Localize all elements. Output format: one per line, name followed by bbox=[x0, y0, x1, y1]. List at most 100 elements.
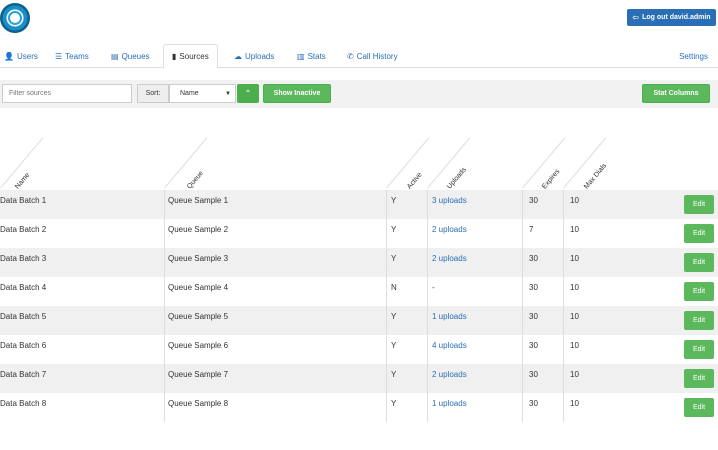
table-row: Data Batch 5 Queue Sample 5 Y 1 uploads … bbox=[0, 306, 718, 335]
column-divider bbox=[563, 248, 564, 277]
expires-value: 30 bbox=[529, 370, 538, 379]
table-row: Data Batch 7 Queue Sample 7 Y 2 uploads … bbox=[0, 364, 718, 393]
column-divider bbox=[164, 393, 165, 422]
column-divider bbox=[563, 335, 564, 364]
tab-users[interactable]: 👤 Users bbox=[4, 44, 38, 68]
list-icon: ☰ bbox=[55, 51, 63, 61]
header-divider bbox=[164, 137, 208, 189]
table-row: Data Batch 6 Queue Sample 6 Y 4 uploads … bbox=[0, 335, 718, 364]
logout-label: Log out david.admin bbox=[642, 14, 711, 21]
bar-chart-icon: ▥ bbox=[297, 51, 305, 61]
queue-icon: ▤ bbox=[111, 51, 119, 61]
queue-name: Queue Sample 2 bbox=[168, 225, 229, 234]
column-divider bbox=[427, 277, 428, 306]
column-header-max-dials[interactable]: Max Dials bbox=[583, 162, 608, 190]
table-row: Data Batch 1 Queue Sample 1 Y 3 uploads … bbox=[0, 190, 718, 219]
tab-queues[interactable]: ▤ Queues bbox=[111, 44, 150, 68]
column-divider bbox=[427, 335, 428, 364]
filter-sources-input[interactable] bbox=[2, 84, 132, 103]
edit-button[interactable]: Edit bbox=[684, 224, 714, 243]
column-divider bbox=[427, 306, 428, 335]
tab-uploads[interactable]: ☁ Uploads bbox=[234, 44, 274, 68]
uploads-link[interactable]: 2 uploads bbox=[432, 219, 467, 248]
source-name: Data Batch 6 bbox=[0, 341, 47, 350]
column-divider bbox=[386, 335, 387, 364]
max-dials-value: 10 bbox=[570, 399, 579, 408]
logout-icon: ⇦ bbox=[632, 13, 640, 22]
column-divider bbox=[427, 219, 428, 248]
caret-down-icon: ▼ bbox=[225, 90, 231, 97]
expires-value: 30 bbox=[529, 254, 538, 263]
expires-value: 30 bbox=[529, 283, 538, 292]
column-header-queue[interactable]: Queue bbox=[186, 170, 205, 191]
column-divider bbox=[164, 248, 165, 277]
column-divider bbox=[427, 364, 428, 393]
column-header-active[interactable]: Active bbox=[406, 171, 424, 190]
column-divider bbox=[427, 190, 428, 219]
edit-button[interactable]: Edit bbox=[684, 311, 714, 330]
column-divider bbox=[164, 190, 165, 219]
uploads-link[interactable]: 1 uploads bbox=[432, 393, 467, 422]
tab-teams[interactable]: ☰ Teams bbox=[55, 44, 89, 68]
column-divider bbox=[563, 219, 564, 248]
tab-call-history[interactable]: ✆ Call History bbox=[347, 44, 398, 68]
column-divider bbox=[386, 306, 387, 335]
column-divider bbox=[563, 277, 564, 306]
settings-link[interactable]: Settings bbox=[679, 44, 708, 68]
column-header-expires[interactable]: Expires bbox=[541, 168, 561, 190]
edit-button[interactable]: Edit bbox=[684, 340, 714, 359]
column-divider bbox=[563, 190, 564, 219]
edit-button[interactable]: Edit bbox=[684, 369, 714, 388]
cloud-upload-icon: ☁ bbox=[234, 51, 242, 61]
column-header-name[interactable]: Name bbox=[14, 172, 31, 191]
column-divider bbox=[522, 190, 523, 219]
book-icon: ▮ bbox=[172, 52, 177, 61]
active-status: Y bbox=[391, 312, 397, 321]
sort-direction-button[interactable]: ⌃ bbox=[237, 84, 259, 103]
column-divider bbox=[386, 219, 387, 248]
header-divider bbox=[563, 137, 607, 189]
column-divider bbox=[386, 277, 387, 306]
edit-button[interactable]: Edit bbox=[684, 398, 714, 417]
tab-stats[interactable]: ▥ Stats bbox=[297, 44, 326, 68]
queue-name: Queue Sample 1 bbox=[168, 196, 229, 205]
column-header-uploads[interactable]: Uploads bbox=[446, 166, 468, 190]
table-row: Data Batch 3 Queue Sample 3 Y 2 uploads … bbox=[0, 248, 718, 277]
source-name: Data Batch 2 bbox=[0, 225, 47, 234]
uploads-empty: - bbox=[432, 283, 435, 292]
uploads-link[interactable]: 1 uploads bbox=[432, 306, 467, 335]
sort-label: Sort: bbox=[137, 84, 169, 103]
uploads-link[interactable]: 4 uploads bbox=[432, 335, 467, 364]
max-dials-value: 10 bbox=[570, 196, 579, 205]
source-name: Data Batch 5 bbox=[0, 312, 47, 321]
max-dials-value: 10 bbox=[570, 341, 579, 350]
user-icon: 👤 bbox=[4, 51, 14, 61]
max-dials-value: 10 bbox=[570, 312, 579, 321]
show-inactive-button[interactable]: Show Inactive bbox=[263, 84, 331, 103]
active-status: Y bbox=[391, 399, 397, 408]
sort-select[interactable]: Name ▼ bbox=[169, 84, 236, 103]
uploads-link[interactable]: 2 uploads bbox=[432, 364, 467, 393]
table-row: Data Batch 2 Queue Sample 2 Y 2 uploads … bbox=[0, 219, 718, 248]
column-divider bbox=[522, 335, 523, 364]
column-divider bbox=[563, 393, 564, 422]
table-row: Data Batch 4 Queue Sample 4 N - 30 10 Ed… bbox=[0, 277, 718, 306]
queue-name: Queue Sample 4 bbox=[168, 283, 229, 292]
tab-sources[interactable]: ▮ Sources bbox=[163, 44, 218, 69]
logo-icon[interactable] bbox=[0, 3, 30, 33]
source-name: Data Batch 7 bbox=[0, 370, 47, 379]
edit-button[interactable]: Edit bbox=[684, 195, 714, 214]
uploads-link[interactable]: 3 uploads bbox=[432, 190, 467, 219]
source-name: Data Batch 4 bbox=[0, 283, 47, 292]
edit-button[interactable]: Edit bbox=[684, 282, 714, 301]
uploads-link[interactable]: 2 uploads bbox=[432, 248, 467, 277]
column-divider bbox=[563, 364, 564, 393]
logout-button[interactable]: ⇦ Log out david.admin bbox=[627, 9, 716, 26]
max-dials-value: 10 bbox=[570, 283, 579, 292]
column-divider bbox=[563, 306, 564, 335]
stat-columns-button[interactable]: Stat Columns bbox=[642, 84, 710, 103]
active-status: N bbox=[391, 283, 397, 292]
table-row: Data Batch 8 Queue Sample 8 Y 1 uploads … bbox=[0, 393, 718, 422]
edit-button[interactable]: Edit bbox=[684, 253, 714, 272]
expires-value: 7 bbox=[529, 225, 534, 234]
